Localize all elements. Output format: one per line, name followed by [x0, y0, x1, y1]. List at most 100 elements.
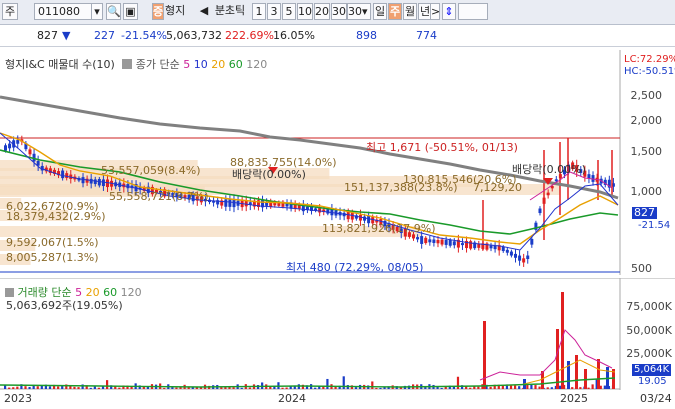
period-1-button[interactable]: 1 [252, 3, 266, 20]
ma-legend-label: 종가 단순 [135, 58, 180, 71]
vol-ma120-legend: 120 [120, 286, 142, 299]
nav-right-button[interactable]: > [430, 3, 440, 20]
candle-body [514, 253, 517, 258]
volume-bar [550, 387, 553, 389]
y-tick-500: 500 [631, 262, 652, 275]
volume-bar [28, 386, 31, 389]
volume-bar [73, 386, 76, 389]
volume-bar [285, 387, 288, 389]
y-tick-2000: 2,000 [630, 114, 663, 127]
period-5-button[interactable]: 5 [282, 3, 296, 20]
low-label: 최저 480 (72.29%, 08/05) [286, 261, 424, 274]
period-left-icon[interactable]: ◀ [199, 3, 209, 20]
candle-body [444, 240, 448, 245]
price-change: 227 [94, 29, 115, 42]
period-30-button[interactable]: 30 [331, 3, 347, 20]
volume-bar [24, 386, 27, 389]
volume-summary: 5,063,692주(19.05%) [6, 299, 123, 312]
candle-body [493, 245, 497, 250]
volume-bar [12, 387, 15, 389]
volume-bar [379, 387, 382, 389]
volume-bar [603, 385, 606, 389]
volume-bar [4, 385, 7, 389]
volume-bar [16, 386, 19, 389]
candle-body [232, 199, 236, 208]
volume-bar [534, 385, 537, 389]
volume-bar [93, 386, 96, 389]
market-select[interactable]: 주 [2, 3, 18, 20]
stock-code-input[interactable]: 011080 [34, 3, 92, 20]
volume-bar [354, 387, 358, 389]
volume-legend-swatch [5, 288, 14, 297]
search-icon[interactable]: 🔍 [106, 3, 121, 20]
down-arrow-icon: ▼ [62, 29, 71, 42]
copy-icon[interactable]: ▣ [123, 3, 138, 20]
volume-bar [477, 386, 480, 389]
period-dropdown[interactable]: 30▾ [347, 3, 371, 20]
price-legend: 형지I&C 매물대 수(10) 종가 단순 5 10 20 60 120 [5, 56, 267, 72]
candle-body [432, 239, 436, 243]
volume-bar [8, 387, 11, 389]
candle-body [509, 251, 513, 256]
volume-bar-spike [597, 359, 600, 389]
dividend-label-2: 배당락(0.00%) [512, 163, 586, 176]
volume-value: 5,063,732 [166, 29, 222, 42]
candle-body [440, 239, 444, 245]
volume-bar [248, 387, 251, 389]
period-10-button[interactable]: 10 [297, 3, 313, 20]
profile-label-1: 53,557,059(8.4%) [101, 164, 201, 177]
volume-current-pct: 19.05 [638, 376, 667, 387]
high-label: 최고 1,671 (-50.51%, 01/13) [366, 141, 518, 154]
volume-bar [538, 386, 541, 389]
candle-body [81, 177, 85, 184]
volume-bar [518, 386, 521, 389]
candle-body [428, 239, 432, 243]
volume-bar [175, 387, 178, 389]
candle-body [469, 241, 473, 249]
vol-tick-75000k: 75,000K [626, 300, 672, 313]
current-price: 827 [37, 29, 58, 42]
tick-period-button[interactable]: 분초틱 [210, 3, 250, 20]
vol-tick-25000k: 25,000K [626, 347, 672, 360]
hc-label: HC:-50.51% [624, 66, 675, 77]
x-tick-2023: 2023 [4, 392, 32, 405]
volume-bar [469, 387, 472, 389]
candle-body [8, 143, 12, 149]
profile-label-11: 8,005,287(1.3%) [6, 251, 99, 264]
volume-bar-spike [556, 329, 559, 389]
candle-body [97, 179, 101, 186]
candle-body [526, 255, 530, 260]
stock-name: 형지 [165, 4, 186, 17]
volume-bar [456, 376, 460, 389]
volume-bar [97, 387, 101, 389]
candle-body [522, 258, 526, 263]
y-tick-2500: 2,500 [630, 89, 663, 102]
code-dropdown-icon[interactable]: ▾ [91, 3, 103, 20]
blank-input[interactable] [458, 3, 488, 20]
candle-body [518, 255, 522, 261]
volume-bar [591, 384, 594, 389]
volume-bar [240, 387, 243, 389]
volume-bar [179, 387, 182, 389]
candle-body [554, 179, 558, 182]
period-20-button[interactable]: 20 [314, 3, 330, 20]
profile-label-10: 9,592,067(1.5%) [6, 236, 99, 249]
volume-bar [281, 387, 284, 389]
profile-label-5: 151,137,388(23.8%) [344, 181, 458, 194]
volume-bar [530, 384, 533, 389]
up-down-icon[interactable]: ⇕ [442, 3, 456, 20]
volume-bar [171, 387, 174, 389]
profile-label-8: 18,379,432(2.9%) [6, 210, 106, 223]
volume-bar [326, 378, 329, 389]
month-button[interactable]: 월 [403, 3, 417, 20]
current-price-pct: -21.54 [638, 220, 671, 231]
candle-body [460, 243, 464, 246]
day-button[interactable]: 일 [373, 3, 387, 20]
volume-bar [36, 386, 39, 389]
volume-bar [269, 386, 272, 389]
volume-bar [163, 387, 166, 389]
week-button[interactable]: 주 [388, 3, 402, 20]
ma20-legend: 20 [211, 58, 226, 71]
period-3-button[interactable]: 3 [267, 3, 281, 20]
quote-value-1: 898 [356, 29, 377, 42]
